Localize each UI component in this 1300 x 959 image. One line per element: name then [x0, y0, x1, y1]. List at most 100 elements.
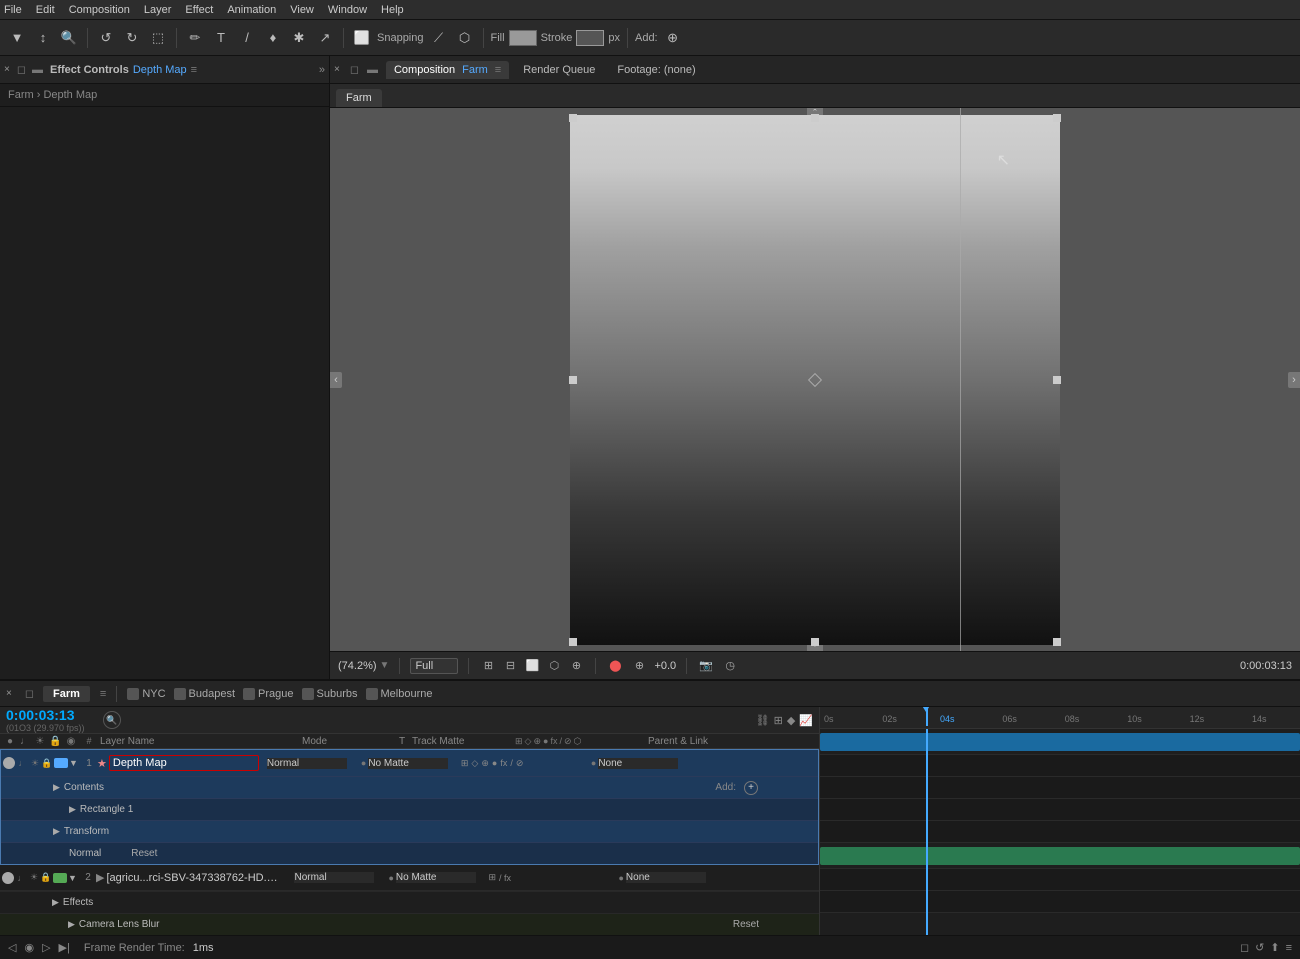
zoom-value[interactable]: (74.2%) — [338, 660, 377, 672]
snap-mode[interactable]: ⬡ — [454, 27, 476, 49]
line-tool[interactable]: / — [236, 27, 258, 49]
l1sw5[interactable]: fx — [500, 758, 507, 768]
shape-tool[interactable]: ♦ — [262, 27, 284, 49]
status-icon-2[interactable]: ↺ — [1255, 941, 1264, 954]
left-panel-close[interactable]: × — [4, 64, 10, 75]
arrow-tool[interactable]: ↗ — [314, 27, 336, 49]
timeline-close[interactable]: × — [6, 688, 12, 699]
l2sw1[interactable]: ⊞ — [488, 872, 496, 883]
tl-link-icon[interactable]: ⛓ — [756, 714, 770, 727]
handle-bl[interactable] — [569, 638, 577, 646]
contents-expand[interactable]: ▶ — [53, 782, 60, 793]
status-icon-1[interactable]: ◻ — [1240, 941, 1249, 954]
pen-tool[interactable]: ✏ — [184, 27, 206, 49]
redo-tool[interactable]: ↻ — [121, 27, 143, 49]
handle-top[interactable] — [811, 114, 819, 122]
tl-compose-icon[interactable]: ⊞ — [774, 714, 783, 727]
menu-layer[interactable]: Layer — [144, 4, 172, 16]
stroke-color[interactable] — [576, 30, 604, 46]
l1sw3[interactable]: ⊕ — [481, 758, 489, 769]
viewer-color-icon[interactable]: ⬤ — [606, 657, 624, 675]
layer1-audio[interactable]: ♩ — [17, 758, 29, 768]
menu-window[interactable]: Window — [328, 4, 367, 16]
effects-expand[interactable]: ▶ — [52, 897, 59, 908]
layer1-solo[interactable]: ☀ — [29, 758, 41, 769]
rect1-expand[interactable]: ▶ — [69, 804, 76, 815]
layer-1-row[interactable]: ♩ ☀ 🔒 ▼ 1 ★ Depth Map NormalMultiplyS — [1, 750, 818, 776]
tab-render-queue[interactable]: Render Queue — [515, 61, 603, 79]
select-tool[interactable]: ▼ — [6, 27, 28, 49]
viewer-left-scroll[interactable]: ‹ — [330, 372, 342, 388]
timeline-search-icon[interactable]: 🔍 — [103, 711, 121, 729]
comp-tab-menu[interactable]: ≡ — [495, 64, 501, 76]
move-tool[interactable]: ↕ — [32, 27, 54, 49]
layer1-expand[interactable]: ▼ — [69, 758, 81, 768]
menu-help[interactable]: Help — [381, 4, 404, 16]
region-tool[interactable]: ⬚ — [147, 27, 169, 49]
layer1-lock[interactable]: 🔒 — [41, 758, 53, 769]
tl-graph-icon[interactable]: 📈 — [799, 714, 813, 727]
menu-animation[interactable]: Animation — [227, 4, 276, 16]
handle-br[interactable] — [1053, 638, 1061, 646]
layer2-lock[interactable]: 🔒 — [40, 872, 52, 883]
layer2-parent-select[interactable]: None — [626, 872, 706, 883]
layer1-name-edit[interactable]: Depth Map — [109, 755, 259, 771]
timeline-menu[interactable]: ≡ — [100, 688, 106, 700]
layer1-reset-btn[interactable]: Reset — [131, 848, 157, 859]
tl-keyframe-icon[interactable]: ◆ — [787, 714, 795, 727]
viewer-exposure-icon[interactable]: ⊕ — [630, 657, 648, 675]
text-tool[interactable]: T — [210, 27, 232, 49]
l1sw4[interactable]: ● — [492, 758, 497, 768]
farm-sub-tab[interactable]: Farm — [336, 89, 382, 107]
nav-stop-icon[interactable]: ◉ — [24, 941, 34, 954]
snap-icon[interactable]: ⟋ — [428, 27, 450, 49]
tab-melbourne[interactable]: Melbourne — [366, 688, 433, 700]
layer2-mode-select[interactable]: Normal — [294, 872, 374, 883]
add-button[interactable]: ⊕ — [662, 27, 684, 49]
quality-select[interactable]: FullHalfQuarter — [410, 658, 458, 674]
zoom-tool[interactable]: 🔍 — [58, 27, 80, 49]
layer2-solo[interactable]: ☀ — [28, 872, 40, 883]
menu-view[interactable]: View — [290, 4, 314, 16]
nav-next-icon[interactable]: ▷ — [42, 941, 50, 954]
viewer-guide-icon[interactable]: ⬜ — [523, 657, 541, 675]
handle-bottom[interactable] — [811, 638, 819, 646]
viewer-safe-zones-icon[interactable]: ⬡ — [545, 657, 563, 675]
layer1-parent-select[interactable]: None — [598, 758, 678, 769]
viewer-right-scroll[interactable]: › — [1288, 372, 1300, 388]
tab-prague[interactable]: Prague — [243, 688, 293, 700]
panel-expand-arrows[interactable]: » — [319, 64, 325, 76]
l1sw6[interactable]: / — [510, 758, 513, 768]
l1sw1[interactable]: ⊞ — [461, 758, 469, 769]
effect-controls-menu[interactable]: ≡ — [191, 64, 197, 76]
clb-reset-btn[interactable]: Reset — [733, 919, 759, 930]
menu-file[interactable]: File — [4, 4, 22, 16]
handle-left[interactable] — [569, 376, 577, 384]
zoom-dropdown-icon[interactable]: ▼ — [380, 660, 390, 671]
clb-expand[interactable]: ▶ — [68, 919, 75, 930]
layer1-color[interactable] — [54, 758, 68, 768]
layer2-expand[interactable]: ▼ — [68, 873, 80, 883]
l2fx[interactable]: / fx — [499, 873, 511, 883]
timeline-tab-farm[interactable]: Farm — [43, 686, 90, 702]
layer2-matte-select[interactable]: No Matte — [396, 872, 476, 883]
viewer-mask-icon[interactable]: ⊟ — [501, 657, 519, 675]
viewer-snapshot-icon[interactable]: 📷 — [697, 657, 715, 675]
layer-2-row[interactable]: ♩ ☀ 🔒 ▼ 2 ▶ [agricu...rci-SBV-347338762-… — [0, 865, 819, 891]
menu-composition[interactable]: Composition — [69, 4, 130, 16]
tab-suburbs[interactable]: Suburbs — [302, 688, 358, 700]
tab-nyc[interactable]: NYC — [127, 688, 165, 700]
menu-effect[interactable]: Effect — [185, 4, 213, 16]
contents-add-btn[interactable]: + — [744, 781, 758, 795]
menu-edit[interactable]: Edit — [36, 4, 55, 16]
viewer-snapshot-show[interactable]: ◷ — [721, 657, 739, 675]
handle-tl[interactable] — [569, 114, 577, 122]
viewer-grid-icon[interactable]: ⊞ — [479, 657, 497, 675]
l1sw7[interactable]: ⊘ — [516, 758, 524, 769]
layer1-visibility[interactable] — [3, 757, 15, 769]
tab-footage[interactable]: Footage: (none) — [609, 61, 703, 79]
comp-panel-close[interactable]: × — [334, 64, 340, 75]
layer2-visibility[interactable] — [2, 872, 14, 884]
timeline-timecode[interactable]: 0:00:03:13 — [6, 707, 85, 723]
snap-toggle[interactable]: ⬜ — [351, 27, 373, 49]
